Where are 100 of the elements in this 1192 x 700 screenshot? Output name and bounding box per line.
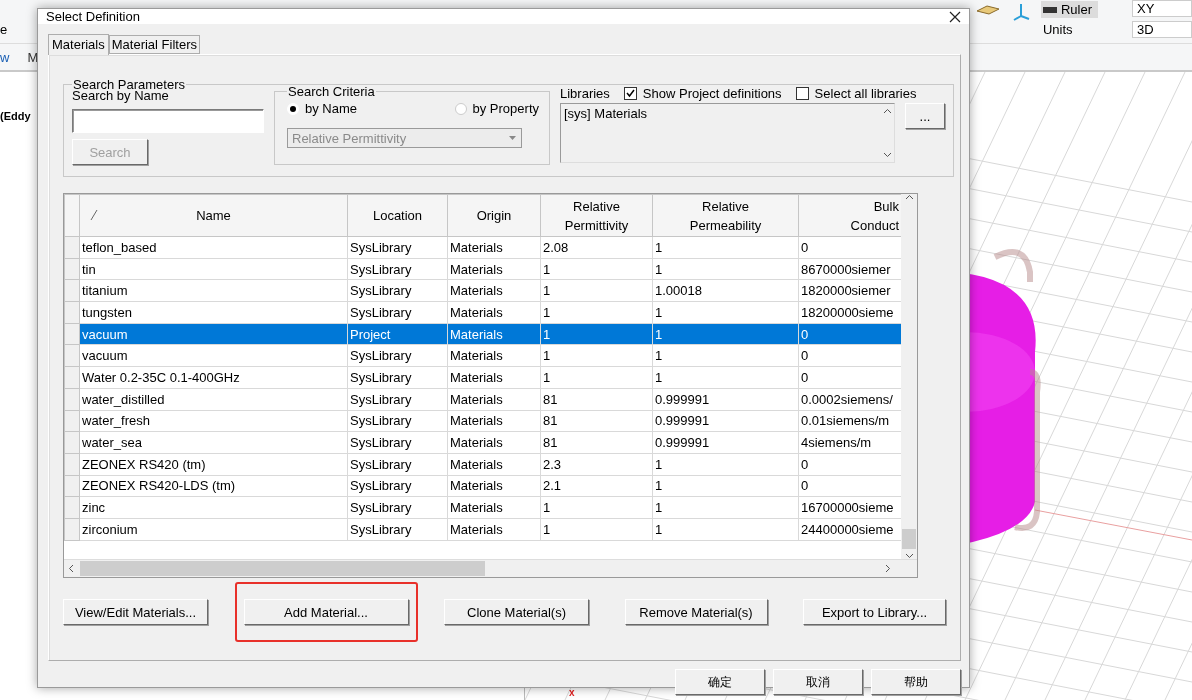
- axis-label: x: [569, 687, 575, 698]
- table-cell: zinc: [79, 496, 348, 519]
- action-button[interactable]: Add Material...: [243, 599, 409, 625]
- column-header[interactable]: Relative Permittivity: [540, 194, 653, 237]
- table-row[interactable]: ZEONEX RS420 (tm) SysLibrary Materials 2.3 1 0: [64, 453, 901, 476]
- plane-icon[interactable]: [974, 3, 1001, 17]
- libraries-label: Libraries: [560, 86, 610, 101]
- ribbon-label: e: [0, 22, 8, 37]
- row-header[interactable]: [64, 344, 80, 367]
- library-item[interactable]: [sys] Materials: [561, 104, 651, 123]
- table-row[interactable]: water_sea SysLibrary Materials 81 0.999991 4siemens/m: [64, 431, 901, 454]
- scroll-thumb[interactable]: [902, 529, 916, 549]
- scroll-right-icon[interactable]: [885, 564, 891, 573]
- view-mode-dropdown[interactable]: 3D: [1132, 21, 1192, 38]
- tree-item[interactable]: (Eddy: [0, 110, 31, 122]
- table-row[interactable]: ZEONEX RS420-LDS (tm) SysLibrary Materials 2.1 1 0: [64, 475, 901, 497]
- row-header[interactable]: [64, 388, 80, 410]
- scroll-left-icon[interactable]: [68, 564, 74, 573]
- action-button[interactable]: Clone Material(s): [444, 599, 589, 625]
- units-button[interactable]: Units: [1040, 22, 1098, 37]
- ruler-icon: [1042, 6, 1057, 13]
- table-cell: 1: [652, 366, 799, 389]
- table-row[interactable]: tin SysLibrary Materials 1 1 8670000siemer: [64, 258, 901, 280]
- column-header[interactable]: Bulk Conduct: [798, 194, 901, 237]
- row-header[interactable]: [64, 518, 80, 541]
- table-row[interactable]: Water 0.2-35C 0.1-400GHz SysLibrary Materials 1 1 0: [64, 366, 901, 389]
- table-cell: 1: [652, 344, 799, 367]
- table-cell: Water 0.2-35C 0.1-400GHz: [79, 366, 348, 389]
- scroll-down-icon[interactable]: [904, 553, 914, 559]
- column-header[interactable]: Name: [79, 194, 348, 237]
- action-button[interactable]: Export to Library...: [803, 599, 946, 625]
- horizontal-scrollbar[interactable]: [64, 559, 917, 577]
- name-search-field[interactable]: [72, 109, 264, 133]
- radio-option[interactable]: by Name: [287, 101, 358, 116]
- select-all-checkbox[interactable]: Select all libraries: [795, 86, 917, 101]
- tab[interactable]: Materials: [48, 34, 109, 55]
- ribbon-tab[interactable]: M: [27, 49, 39, 65]
- table-cell: vacuum: [79, 344, 348, 367]
- radio-option[interactable]: by Property: [454, 101, 539, 116]
- sort-icon: [90, 209, 98, 221]
- dialog-button[interactable]: 取消: [773, 669, 863, 695]
- checkbox-label: Select all libraries: [814, 86, 917, 101]
- row-header[interactable]: [64, 453, 80, 476]
- table-row[interactable]: tungsten SysLibrary Materials 1 1 18200000sieme: [64, 301, 901, 324]
- table-cell: water_fresh: [79, 410, 348, 432]
- browse-button[interactable]: ...: [905, 103, 945, 129]
- checkbox-icon[interactable]: [623, 87, 637, 100]
- scroll-up-icon[interactable]: [904, 194, 914, 200]
- scroll-thumb[interactable]: [80, 561, 485, 576]
- action-button[interactable]: Remove Material(s): [624, 599, 768, 625]
- row-header[interactable]: [64, 258, 80, 280]
- group-title: Search Criteria: [287, 84, 376, 99]
- table-row[interactable]: vacuum Project Materials 1 1 0: [64, 323, 901, 345]
- table-cell: ZEONEX RS420 (tm): [79, 453, 348, 476]
- table-row[interactable]: titanium SysLibrary Materials 1 1.00018 1820000siemer: [64, 279, 901, 302]
- table-cell: 1: [652, 258, 799, 280]
- table-row[interactable]: water_fresh SysLibrary Materials 81 0.999991 0.01siemens/m: [64, 410, 901, 432]
- table-cell: tin: [79, 258, 348, 280]
- table-cell: ZEONEX RS420-LDS (tm): [79, 475, 348, 497]
- tab[interactable]: Material Filters: [108, 35, 200, 54]
- row-header[interactable]: [64, 301, 80, 324]
- row-header[interactable]: [64, 410, 80, 432]
- table-cell: 1: [652, 518, 799, 541]
- column-header[interactable]: Location: [347, 194, 448, 237]
- row-header[interactable]: [64, 366, 80, 389]
- ruler-button[interactable]: Ruler: [1040, 1, 1098, 18]
- table-row[interactable]: water_distilled SysLibrary Materials 81 0.999991 0.0002siemens/: [64, 388, 901, 410]
- row-header[interactable]: [64, 475, 80, 497]
- plane-dropdown[interactable]: XY: [1132, 0, 1192, 17]
- column-header[interactable]: Relative Permeability: [652, 194, 799, 237]
- dialog-button[interactable]: 帮助: [871, 669, 961, 695]
- row-header[interactable]: [64, 496, 80, 519]
- vertical-scrollbar[interactable]: [901, 194, 917, 559]
- close-icon[interactable]: [949, 10, 961, 23]
- table-row[interactable]: zirconium SysLibrary Materials 1 1 24400000sieme: [64, 518, 901, 541]
- table-cell: titanium: [79, 279, 348, 302]
- checkbox-icon[interactable]: [795, 87, 809, 100]
- table-cell: 1: [652, 496, 799, 519]
- table-cell: water_distilled: [79, 388, 348, 410]
- table-row[interactable]: vacuum SysLibrary Materials 1 1 0: [64, 344, 901, 367]
- row-header[interactable]: [64, 236, 80, 259]
- row-header[interactable]: [64, 279, 80, 302]
- radio-label: by Property: [472, 101, 539, 116]
- table-cell: teflon_based: [79, 236, 348, 259]
- row-header[interactable]: [64, 323, 80, 345]
- column-header[interactable]: Origin: [447, 194, 541, 237]
- scroll-down-icon[interactable]: [882, 152, 892, 158]
- ribbon-tab[interactable]: w: [0, 49, 10, 65]
- table-cell: 1: [652, 323, 799, 345]
- table-row[interactable]: teflon_based SysLibrary Materials 2.08 1 0: [64, 236, 901, 259]
- scroll-up-icon[interactable]: [882, 108, 892, 114]
- library-list[interactable]: [sys] Materials: [560, 103, 895, 163]
- dialog-button[interactable]: 确定: [675, 669, 765, 695]
- action-button[interactable]: View/Edit Materials...: [63, 599, 208, 625]
- row-header[interactable]: [64, 431, 80, 454]
- caret-icon: [508, 135, 517, 141]
- radio-icon[interactable]: [454, 102, 467, 115]
- table-cell: vacuum: [79, 323, 348, 345]
- dialog-title: Select Definition: [46, 9, 140, 24]
- table-row[interactable]: zinc SysLibrary Materials 1 1 16700000sieme: [64, 496, 901, 519]
